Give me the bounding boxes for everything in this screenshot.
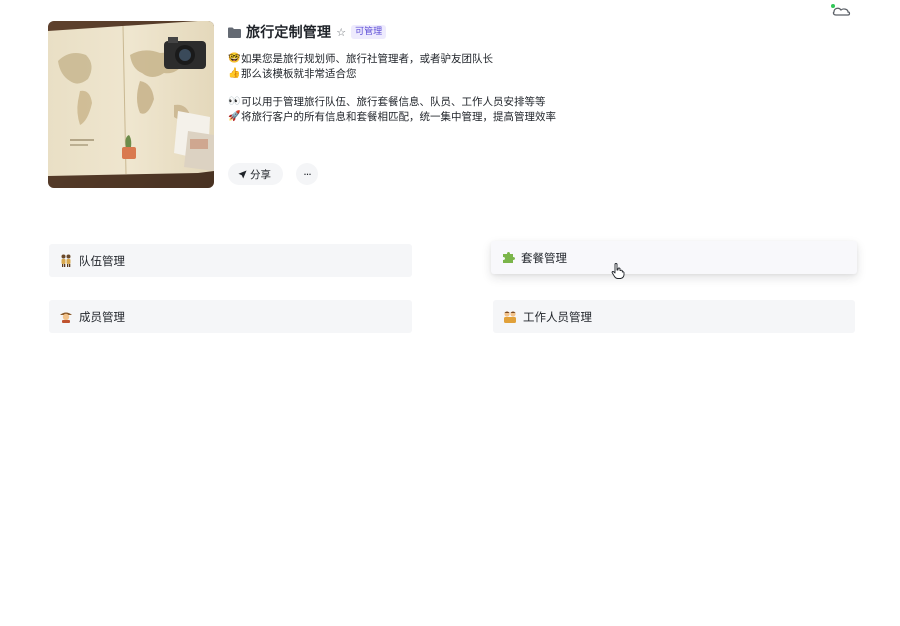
- description-text: 如果您是旅行规划师、旅行社管理者，或者驴友团队长: [241, 53, 493, 65]
- more-button[interactable]: ···: [296, 163, 318, 185]
- description-text: 可以用于管理旅行队伍、旅行套餐信息、队员、工作人员安排等等: [241, 96, 546, 108]
- more-icon: ···: [303, 167, 311, 181]
- description-text: 将旅行客户的所有信息和套餐相匹配，统一集中管理，提高管理效率: [241, 110, 556, 123]
- description-text: 那么该模板就非常适合您: [241, 67, 357, 80]
- card-staff-management[interactable]: 工作人员管理: [493, 300, 855, 333]
- send-icon: [238, 169, 247, 179]
- description-line: 🚀 将旅行客户的所有信息和套餐相匹配，统一集中管理，提高管理效率: [228, 110, 848, 125]
- member-icon: [59, 310, 73, 324]
- card-label: 队伍管理: [79, 253, 125, 268]
- cloud-sync-icon[interactable]: [830, 3, 852, 17]
- page-header: 旅行定制管理 ☆ 可管理 🤓 如果您是旅行规划师、旅行社管理者，或者驴友团队长 …: [48, 21, 868, 189]
- permission-badge: 可管理: [351, 25, 387, 39]
- page-actions: 分享 ···: [228, 163, 318, 185]
- card-package-management[interactable]: 套餐管理: [491, 241, 857, 274]
- title-row: 旅行定制管理 ☆ 可管理: [228, 22, 848, 42]
- rocket-icon: 🚀: [228, 110, 241, 122]
- card-label: 工作人员管理: [523, 309, 592, 324]
- card-label: 成员管理: [79, 309, 125, 324]
- card-member-management[interactable]: 成员管理: [49, 300, 412, 333]
- star-icon[interactable]: ☆: [336, 27, 346, 38]
- page-info: 旅行定制管理 ☆ 可管理 🤓 如果您是旅行规划师、旅行社管理者，或者驴友团队长 …: [228, 21, 848, 185]
- cover-image: [48, 21, 214, 188]
- folder-icon: [228, 27, 241, 38]
- description-line: 👀 可以用于管理旅行队伍、旅行套餐信息、队员、工作人员安排等等: [228, 95, 848, 110]
- hand-cursor-icon: [611, 263, 625, 279]
- puzzle-icon: [501, 251, 515, 265]
- team-icon: [59, 254, 73, 268]
- thumbs-up-icon: 👍: [228, 67, 241, 79]
- page-title: 旅行定制管理: [246, 25, 332, 41]
- nerd-face-icon: 🤓: [228, 53, 241, 64]
- share-label: 分享: [250, 168, 271, 181]
- card-label: 套餐管理: [521, 250, 567, 265]
- page-description: 🤓 如果您是旅行规划师、旅行社管理者，或者驴友团队长 👍 那么该模板就非常适合您…: [228, 52, 848, 124]
- eyes-icon: 👀: [228, 96, 241, 107]
- share-button[interactable]: 分享: [228, 163, 283, 185]
- description-line: 🤓 如果您是旅行规划师、旅行社管理者，或者驴友团队长: [228, 52, 848, 67]
- staff-icon: [503, 310, 517, 324]
- description-line: 👍 那么该模板就非常适合您: [228, 67, 848, 82]
- card-team-management[interactable]: 队伍管理: [49, 244, 412, 277]
